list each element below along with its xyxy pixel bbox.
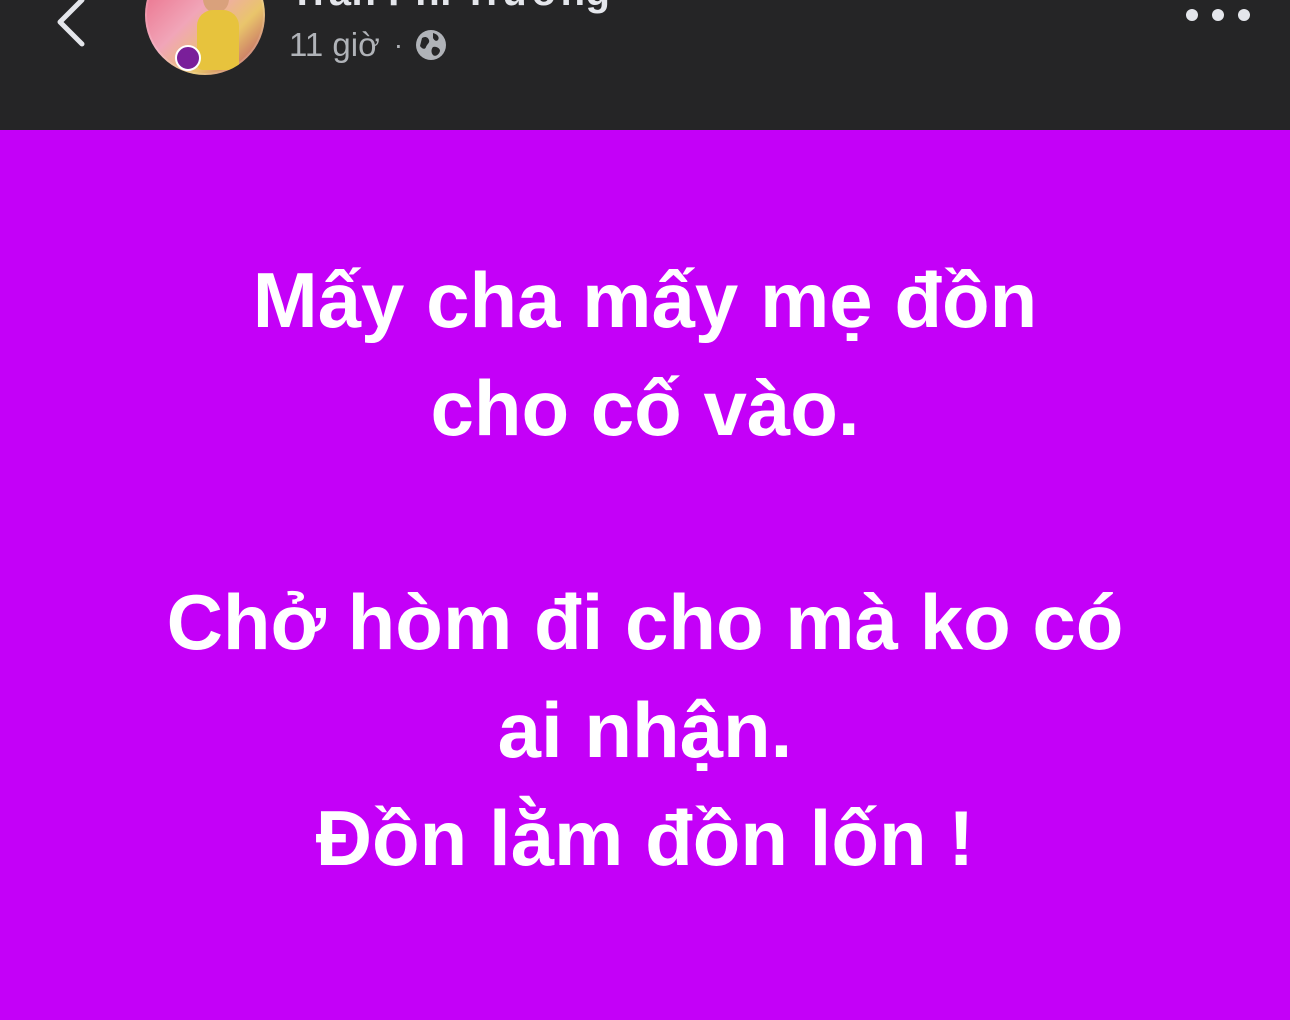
- post-text-line: cho cố vào.: [430, 364, 860, 452]
- more-dot: [1186, 9, 1198, 21]
- meta-separator: ·: [393, 29, 404, 60]
- avatar-badge: [175, 45, 201, 71]
- post-text-line: Đồn lằm đồn lốn !: [315, 794, 975, 882]
- author-name[interactable]: Trần Phi Trường: [290, 0, 611, 15]
- back-button[interactable]: [46, 0, 96, 52]
- avatar[interactable]: [145, 0, 265, 75]
- post-timestamp[interactable]: 11 giờ: [289, 26, 380, 64]
- status-post-body: Mấy cha mấy mẹ đồn cho cố vào. Chở hòm đ…: [0, 130, 1290, 1020]
- post-text-line: Chở hòm đi cho mà ko có: [166, 578, 1124, 666]
- post-header: Trần Phi Trường 11 giờ ·: [0, 0, 1290, 130]
- more-options-button[interactable]: [1186, 0, 1250, 30]
- post-text-line: Mấy cha mấy mẹ đồn: [252, 256, 1038, 344]
- chevron-left-icon: [57, 0, 85, 47]
- globe-icon[interactable]: [413, 27, 449, 63]
- more-dot: [1238, 9, 1250, 21]
- more-dot: [1212, 9, 1224, 21]
- post-meta: 11 giờ ·: [289, 24, 449, 66]
- post-text-line: ai nhận.: [497, 686, 793, 774]
